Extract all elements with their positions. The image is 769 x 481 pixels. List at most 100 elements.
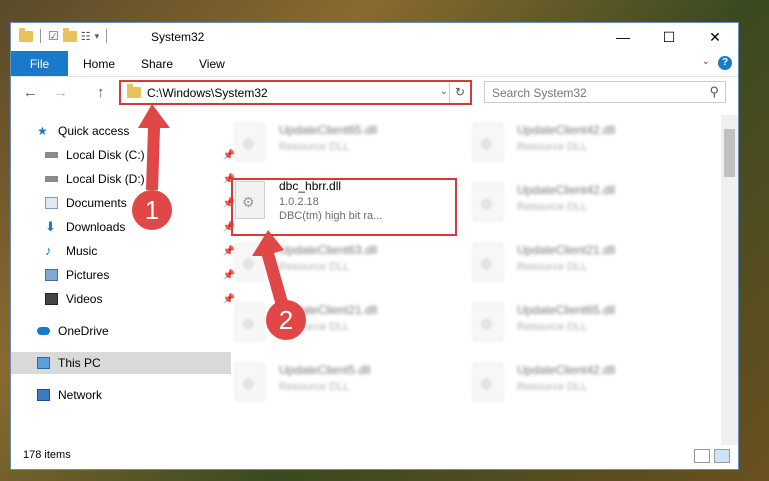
sidebar-item-label: Local Disk (D:) bbox=[66, 172, 145, 186]
dll-file-icon bbox=[235, 363, 265, 401]
customize-toolbar-chevron-icon[interactable]: ▾ bbox=[95, 31, 100, 42]
network-icon bbox=[37, 389, 50, 401]
documents-icon bbox=[45, 197, 58, 209]
sidebar-item-documents[interactable]: Documents 📌 bbox=[11, 192, 239, 214]
file-list: UpdateClient65.dll Resource DLL UpdateCl… bbox=[207, 115, 717, 445]
file-type: Resource DLL bbox=[279, 381, 350, 393]
videos-icon bbox=[45, 293, 58, 305]
sidebar-item-label: Documents bbox=[66, 196, 127, 210]
file-name: UpdateClient5.dll bbox=[279, 363, 371, 377]
dll-file-icon bbox=[235, 303, 265, 341]
expand-ribbon-chevron-icon[interactable]: ⌄ bbox=[702, 56, 710, 67]
dll-file-icon bbox=[235, 123, 265, 161]
sidebar-item-label: OneDrive bbox=[58, 324, 109, 338]
sidebar-item-downloads[interactable]: ⬇ Downloads 📌 bbox=[11, 216, 239, 238]
file-tile[interactable]: UpdateClient42.dll Resource DLL bbox=[471, 121, 701, 167]
file-type: Resource DLL bbox=[517, 381, 588, 393]
new-folder-icon[interactable] bbox=[62, 27, 77, 42]
file-type: Resource DLL bbox=[279, 141, 350, 153]
divider bbox=[106, 29, 108, 43]
file-name: UpdateClient42.dll bbox=[517, 363, 616, 377]
refresh-button[interactable]: ↻ bbox=[449, 82, 470, 103]
cloud-icon bbox=[37, 327, 50, 335]
file-type: Resource DLL bbox=[517, 141, 588, 153]
file-tile[interactable]: UpdateClient42.dll Resource DLL bbox=[471, 361, 701, 407]
tab-view[interactable]: View bbox=[199, 57, 225, 71]
search-input[interactable]: Search System32 ⚲ bbox=[484, 81, 726, 103]
sidebar-item-label: Quick access bbox=[58, 124, 130, 138]
large-icons-view-icon[interactable] bbox=[714, 449, 730, 463]
sidebar-item-network[interactable]: Network bbox=[11, 384, 231, 406]
tab-share[interactable]: Share bbox=[141, 57, 173, 71]
file-tile[interactable]: UpdateClient42.dll Resource DLL bbox=[471, 181, 701, 227]
pc-icon bbox=[37, 357, 50, 369]
sidebar-item-this-pc[interactable]: This PC bbox=[11, 352, 231, 374]
dll-file-icon bbox=[473, 183, 503, 221]
drive-icon bbox=[45, 176, 58, 182]
close-button[interactable]: ✕ bbox=[692, 23, 738, 51]
star-icon: ★ bbox=[37, 124, 48, 138]
file-tile[interactable]: UpdateClient5.dll Resource DLL bbox=[233, 361, 463, 407]
selected-file-highlight bbox=[231, 178, 457, 236]
file-tile[interactable]: UpdateClient65.dll Resource DLL bbox=[471, 301, 701, 347]
back-button[interactable]: ← bbox=[23, 84, 38, 101]
download-icon: ⬇ bbox=[45, 219, 56, 234]
sidebar-item-videos[interactable]: Videos 📌 bbox=[11, 288, 239, 310]
sidebar-item-label: Network bbox=[58, 388, 103, 402]
step-marker-1: 1 bbox=[132, 190, 172, 230]
file-name: UpdateClient42.dll bbox=[517, 183, 616, 197]
help-button[interactable]: ? bbox=[718, 56, 732, 70]
navigation-pane: ★ Quick access Local Disk (C:) 📌 Local D… bbox=[11, 115, 235, 445]
tab-home[interactable]: Home bbox=[83, 57, 115, 71]
file-name: UpdateClient65.dll bbox=[517, 303, 616, 317]
sidebar-item-music[interactable]: ♪ Music 📌 bbox=[11, 240, 239, 262]
maximize-button[interactable]: ☐ bbox=[646, 23, 692, 51]
ribbon-tabs: File Home Share View ⌄ ? bbox=[11, 51, 738, 77]
folder-icon bbox=[19, 27, 33, 42]
explorer-window: ☑ ☷ ▾ System32 — ☐ ✕ File Home Share Vie… bbox=[10, 22, 739, 470]
title-bar: ☑ ☷ ▾ System32 — ☐ ✕ bbox=[11, 23, 738, 51]
sidebar-item-local-disk-d[interactable]: Local Disk (D:) 📌 bbox=[11, 168, 239, 190]
address-dropdown-icon[interactable]: ⌄ bbox=[440, 86, 448, 97]
forward-button[interactable]: → bbox=[53, 84, 68, 101]
tab-file[interactable]: File bbox=[11, 51, 68, 76]
file-name: UpdateClient21.dll bbox=[517, 243, 616, 257]
file-type: Resource DLL bbox=[517, 201, 588, 213]
sidebar-item-label: Videos bbox=[66, 292, 103, 306]
pictures-icon bbox=[45, 269, 58, 281]
navigation-bar: ← → ↑ C:\Windows\System32 ⌄ ↻ Search Sys… bbox=[11, 76, 738, 110]
item-count: 178 items bbox=[23, 449, 71, 461]
scrollbar-thumb[interactable] bbox=[724, 129, 735, 177]
quick-access-toolbar: ☑ ☷ ▾ bbox=[19, 27, 110, 43]
folder-icon bbox=[127, 84, 141, 98]
file-name: UpdateClient42.dll bbox=[517, 123, 616, 137]
dll-file-icon bbox=[473, 363, 503, 401]
sidebar-item-onedrive[interactable]: OneDrive bbox=[11, 320, 231, 342]
sidebar-item-label: Downloads bbox=[66, 220, 126, 234]
step-marker-2: 2 bbox=[266, 300, 306, 340]
sidebar-item-quick-access[interactable]: ★ Quick access bbox=[11, 120, 231, 142]
vertical-scrollbar[interactable] bbox=[721, 115, 738, 445]
properties-icon[interactable]: ☑ bbox=[48, 29, 59, 43]
dll-file-icon bbox=[473, 243, 503, 281]
file-type: Resource DLL bbox=[279, 261, 350, 273]
file-tile[interactable]: UpdateClient21.dll Resource DLL bbox=[471, 241, 701, 287]
view-layout-icon[interactable]: ☷ bbox=[81, 30, 91, 43]
drive-icon bbox=[45, 152, 58, 158]
sidebar-item-pictures[interactable]: Pictures 📌 bbox=[11, 264, 239, 286]
file-name: UpdateClient65.dll bbox=[279, 123, 378, 137]
up-button[interactable]: ↑ bbox=[97, 84, 105, 101]
search-icon: ⚲ bbox=[709, 84, 719, 99]
sidebar-item-label: Music bbox=[66, 244, 98, 258]
file-tile[interactable]: UpdateClient63.dll Resource DLL bbox=[233, 241, 463, 287]
address-bar[interactable]: C:\Windows\System32 ⌄ ↻ bbox=[119, 80, 472, 105]
dll-file-icon bbox=[473, 123, 503, 161]
address-path[interactable]: C:\Windows\System32 bbox=[147, 86, 268, 100]
sidebar-item-label: Local Disk (C:) bbox=[66, 148, 145, 162]
details-view-icon[interactable] bbox=[694, 449, 710, 463]
file-tile[interactable]: UpdateClient65.dll Resource DLL bbox=[233, 121, 463, 167]
search-placeholder: Search System32 bbox=[492, 86, 587, 100]
minimize-button[interactable]: — bbox=[600, 23, 646, 51]
sidebar-item-local-disk-c[interactable]: Local Disk (C:) 📌 bbox=[11, 144, 239, 166]
dll-file-icon bbox=[473, 303, 503, 341]
